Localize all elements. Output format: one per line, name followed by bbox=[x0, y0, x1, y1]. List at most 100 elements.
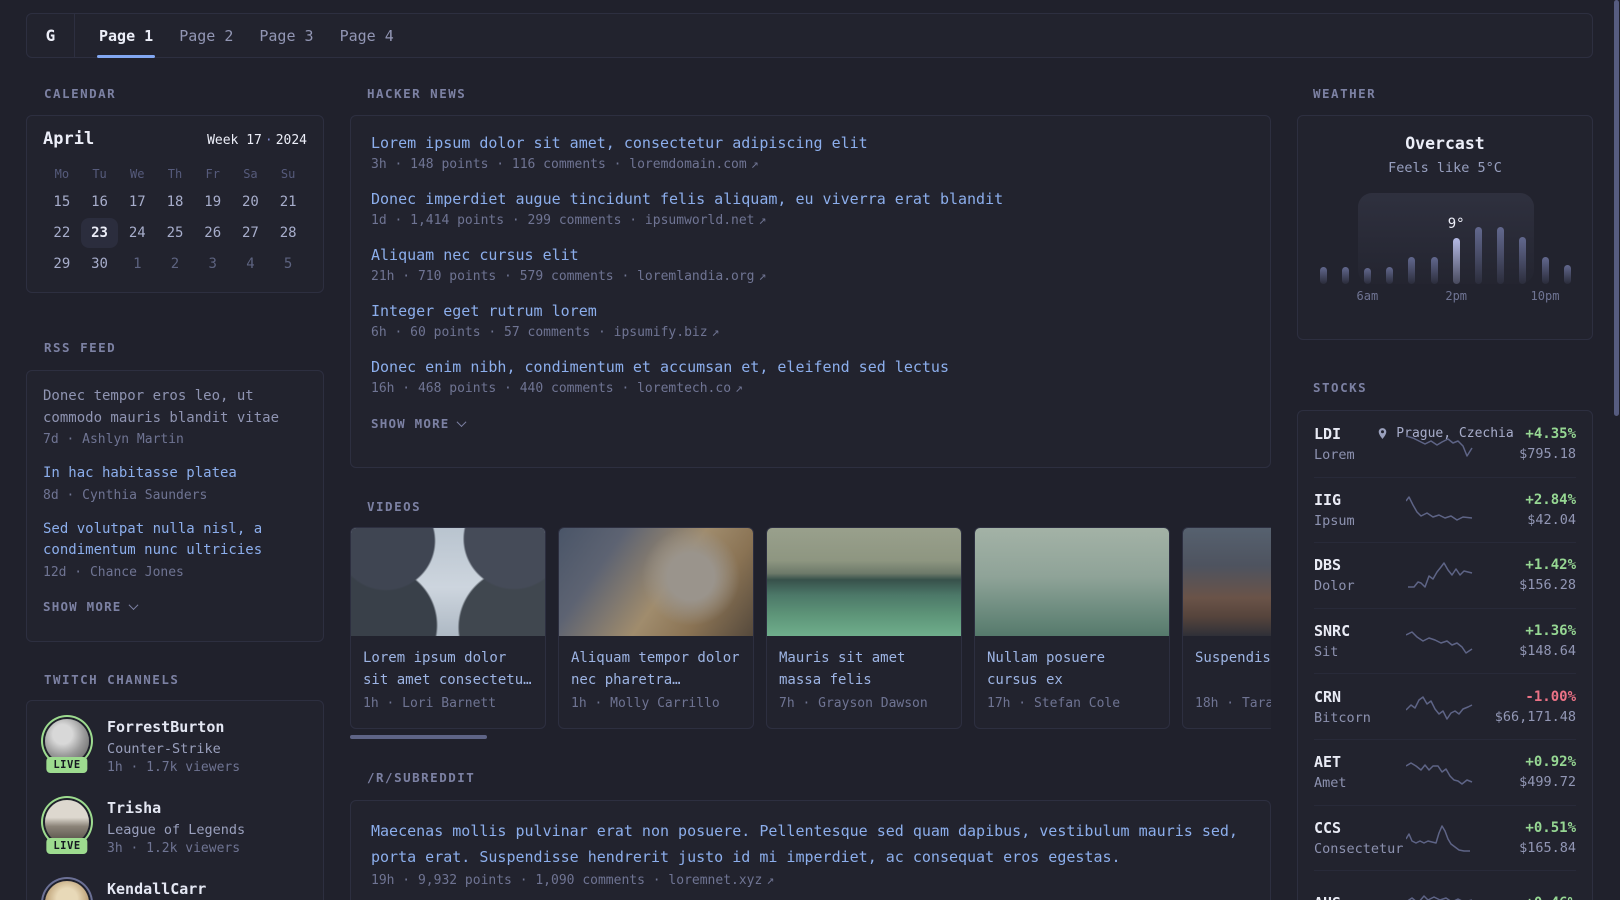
stock-sparkline bbox=[1406, 762, 1473, 786]
week-label: Week bbox=[207, 133, 239, 148]
hacker-news-item-title[interactable]: Aliquam nec cursus elit bbox=[371, 245, 1250, 266]
hacker-news-item: Integer eget rutrum lorem 6h · 60 points … bbox=[371, 301, 1250, 340]
video-card[interactable]: Lorem ipsum dolor sit amet consectetu… 1h… bbox=[350, 527, 546, 729]
hacker-news-item-title[interactable]: Donec imperdiet augue tincidunt felis al… bbox=[371, 189, 1250, 210]
rss-item: Sed volutpat nulla nisl, a condimentum n… bbox=[43, 519, 307, 580]
tab-page-1[interactable]: Page 1 bbox=[86, 14, 166, 58]
calendar-month: April bbox=[43, 129, 95, 149]
videos-horizontal-scrollbar[interactable] bbox=[350, 735, 487, 739]
stock-name: Bitcorn bbox=[1314, 709, 1371, 726]
rss-item-title[interactable]: Sed volutpat nulla nisl, a condimentum n… bbox=[43, 519, 307, 562]
twitch-channel-name[interactable]: KendallCarr bbox=[107, 880, 206, 899]
page-vertical-scrollbar[interactable] bbox=[1614, 0, 1619, 416]
rss-show-more-button[interactable]: SHOW MORE bbox=[43, 599, 138, 614]
stock-values: +0.46% bbox=[1474, 895, 1576, 900]
video-card-body: Nullam posuere cursus ex 17h · Stefan Col… bbox=[975, 636, 1169, 711]
external-link-icon: ↗ bbox=[735, 381, 743, 396]
weekday-header: Su bbox=[280, 167, 296, 181]
stock-info: CCS Consectetur bbox=[1314, 819, 1406, 857]
twitch-channel-row[interactable]: LIVE Trisha League of Legends 3h · 1.2k vie… bbox=[43, 798, 307, 856]
stock-row[interactable]: AET Amet +0.92% $499.72 bbox=[1314, 738, 1576, 805]
video-card[interactable]: Suspendisse diam 18h · Tara bbox=[1182, 527, 1271, 729]
tab-page-4[interactable]: Page 4 bbox=[327, 14, 407, 57]
twitch-channel-name[interactable]: Trisha bbox=[107, 799, 245, 818]
weather-time-tick: 10pm bbox=[1530, 289, 1560, 303]
subreddit-post: Maecenas mollis pulvinar erat non posuer… bbox=[371, 819, 1250, 888]
videos-section-label: VIDEOS bbox=[367, 499, 422, 514]
rss-item-meta: 7d · Ashlyn Martin bbox=[43, 432, 184, 447]
hacker-news-item-title[interactable]: Integer eget rutrum lorem bbox=[371, 301, 1250, 322]
video-title[interactable]: Aliquam tempor dolor nec pharetra… bbox=[571, 648, 741, 691]
stock-info: AET Amet bbox=[1314, 753, 1406, 791]
calendar-day: 30 bbox=[91, 256, 108, 272]
stock-price: $156.28 bbox=[1519, 577, 1576, 594]
tab-page-3[interactable]: Page 3 bbox=[246, 14, 326, 57]
stock-row[interactable]: CCS Consectetur +0.51% $165.84 bbox=[1314, 804, 1576, 871]
stock-row[interactable]: IIG Ipsum +2.84% $42.04 bbox=[1314, 476, 1576, 543]
calendar-day: 24 bbox=[128, 225, 146, 241]
stock-row[interactable]: LDI Lorem +4.35% $795.18 bbox=[1314, 411, 1576, 477]
hacker-news-item-meta: 21h · 710 points · 579 comments · loreml… bbox=[371, 269, 767, 284]
stock-price: $165.84 bbox=[1519, 839, 1576, 856]
stock-values: +0.92% $499.72 bbox=[1474, 754, 1576, 790]
video-title[interactable]: Nullam posuere cursus ex bbox=[987, 648, 1157, 691]
stock-row[interactable]: CRN Bitcorn -1.00% $66,171.48 bbox=[1314, 673, 1576, 739]
weather-bar bbox=[1408, 257, 1416, 284]
video-meta: 18h · Tara bbox=[1195, 696, 1271, 711]
rss-item-meta: 12d · Chance Jones bbox=[43, 564, 184, 580]
stock-info: DBS Dolor bbox=[1314, 556, 1406, 594]
stock-name: Lorem bbox=[1314, 446, 1355, 463]
twitch-channel-row[interactable]: LIVE ForrestBurton Counter-Strike 1h · 1.7k… bbox=[43, 717, 307, 775]
subreddit-post-title[interactable]: Maecenas mollis pulvinar erat non posuer… bbox=[371, 819, 1250, 870]
calendar-year: 2024 bbox=[275, 133, 307, 148]
video-title[interactable]: Lorem ipsum dolor sit amet consectetu… bbox=[363, 648, 533, 691]
calendar-day: 26 bbox=[204, 225, 222, 241]
stock-ticker: DBS bbox=[1314, 556, 1342, 575]
avatar bbox=[43, 879, 91, 900]
stock-change: +0.46% bbox=[1474, 895, 1576, 900]
stock-values: -1.00% $66,171.48 bbox=[1474, 689, 1576, 725]
weather-bar bbox=[1386, 267, 1394, 284]
hacker-news-item: Donec imperdiet augue tincidunt felis al… bbox=[371, 189, 1250, 228]
rss-item-title[interactable]: Donec tempor eros leo, ut commodo mauris… bbox=[43, 386, 307, 429]
video-card[interactable]: Nullam posuere cursus ex 17h · Stefan Col… bbox=[974, 527, 1170, 729]
calendar-day: 18 bbox=[166, 194, 184, 210]
stock-row[interactable]: DBS Dolor +1.42% $156.28 bbox=[1314, 542, 1576, 608]
daylight-highlight-zone bbox=[1358, 193, 1534, 284]
calendar-day: 28 bbox=[279, 225, 297, 241]
hacker-news-item-title[interactable]: Donec enim nibh, condimentum et accumsan… bbox=[371, 357, 1250, 378]
avatar: LIVE bbox=[43, 717, 91, 773]
video-thumbnail bbox=[975, 528, 1169, 636]
hacker-news-show-more-button[interactable]: SHOW MORE bbox=[371, 416, 466, 431]
video-title[interactable]: Mauris sit amet massa felis bbox=[779, 648, 949, 691]
stock-name: Sit bbox=[1314, 644, 1339, 661]
tab-page-2[interactable]: Page 2 bbox=[166, 14, 246, 57]
stock-sparkline bbox=[1408, 562, 1473, 589]
subreddit-items: Maecenas mollis pulvinar erat non posuer… bbox=[371, 819, 1250, 888]
video-meta: 17h · Stefan Cole bbox=[987, 696, 1121, 711]
hacker-news-item-title[interactable]: Lorem ipsum dolor sit amet, consectetur … bbox=[371, 133, 1250, 154]
rss-items: Donec tempor eros leo, ut commodo mauris… bbox=[43, 386, 307, 580]
twitch-channel-row[interactable]: KendallCarr bbox=[43, 879, 307, 900]
weather-condition: Overcast bbox=[1405, 134, 1485, 153]
stock-row[interactable]: AHS +0.46% bbox=[1314, 870, 1576, 900]
video-card[interactable]: Mauris sit amet massa felis 7h · Grayson … bbox=[766, 527, 962, 729]
calendar-day: 4 bbox=[246, 256, 255, 272]
video-title[interactable]: Suspendisse diam bbox=[1195, 648, 1271, 691]
subreddit-post-meta: 19h · 9,932 points · 1,090 comments · lo… bbox=[371, 873, 775, 888]
rss-item: Donec tempor eros leo, ut commodo mauris… bbox=[43, 386, 307, 447]
weather-bar bbox=[1519, 237, 1527, 284]
app-logo: G bbox=[27, 14, 75, 57]
weather-bar bbox=[1474, 227, 1482, 284]
external-link-icon: ↗ bbox=[758, 269, 767, 284]
twitch-channel-name[interactable]: ForrestBurton bbox=[107, 718, 240, 737]
stock-row[interactable]: SNRC Sit +1.36% $148.64 bbox=[1314, 607, 1576, 674]
weekday-header: Sa bbox=[243, 167, 258, 181]
stock-name: Consectetur bbox=[1314, 840, 1404, 857]
stock-change: +2.84% bbox=[1525, 491, 1576, 508]
rss-item-title[interactable]: In hac habitasse platea bbox=[43, 463, 307, 485]
video-card[interactable]: Aliquam tempor dolor nec pharetra… 1h · M… bbox=[558, 527, 754, 729]
stock-ticker: IIG bbox=[1314, 490, 1342, 509]
stock-sparkline bbox=[1408, 895, 1472, 900]
calendar-day: 17 bbox=[128, 194, 146, 210]
